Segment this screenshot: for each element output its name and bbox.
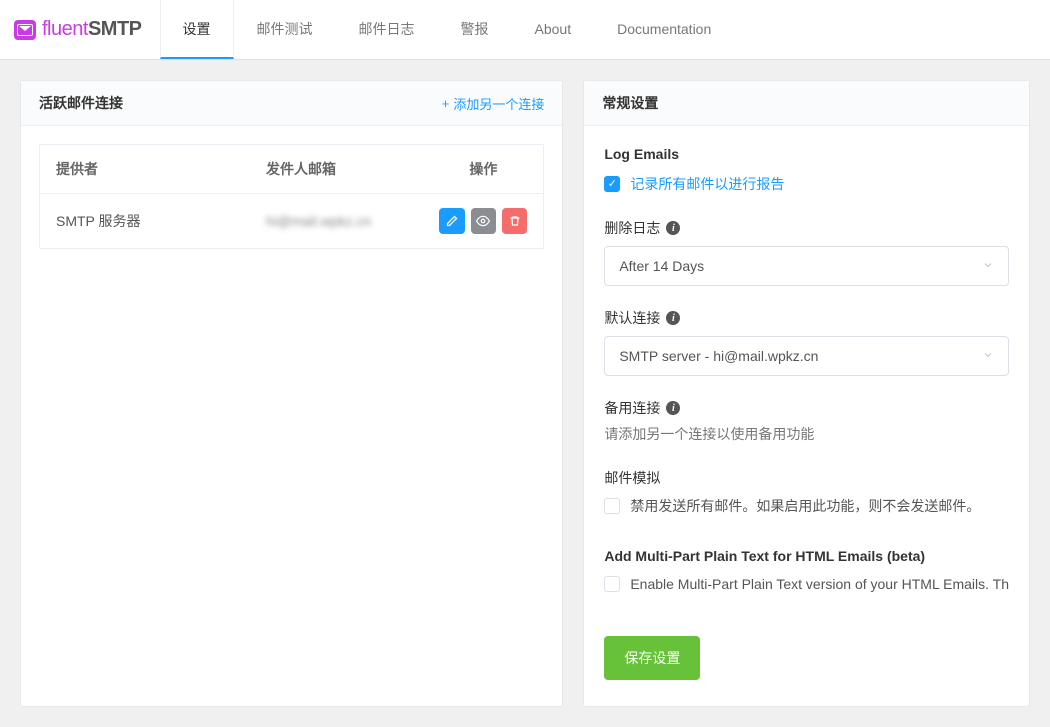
trash-icon [509, 215, 521, 227]
multipart-row: Enable Multi-Part Plain Text version of … [584, 576, 1029, 592]
info-icon[interactable]: i [666, 401, 680, 415]
delete-button[interactable] [502, 208, 527, 234]
log-emails-row: 记录所有邮件以进行报告 [584, 174, 1029, 194]
pencil-icon [446, 215, 458, 227]
connections-panel: 活跃邮件连接 + 添加另一个连接 提供者 发件人邮箱 操作 SMTP 服务器 h… [20, 80, 563, 707]
col-provider: 提供者 [40, 145, 250, 193]
multipart-text: Enable Multi-Part Plain Text version of … [630, 576, 1009, 592]
multipart-title: Add Multi-Part Plain Text for HTML Email… [584, 548, 1029, 564]
info-icon[interactable]: i [666, 311, 680, 325]
delete-log-value: After 14 Days [619, 258, 704, 274]
col-sender: 发件人邮箱 [250, 145, 423, 193]
add-connection-label: 添加另一个连接 [453, 94, 544, 113]
log-emails-checkbox[interactable] [604, 176, 620, 192]
backup-conn-label: 备用连接 i [584, 398, 1029, 418]
settings-header: 常规设置 [584, 81, 1029, 126]
tab-settings[interactable]: 设置 [160, 0, 234, 59]
simulate-text: 禁用发送所有邮件。如果启用此功能，则不会发送邮件。 [630, 496, 980, 516]
connections-header: 活跃邮件连接 + 添加另一个连接 [21, 81, 562, 126]
tab-docs[interactable]: Documentation [594, 0, 734, 59]
tab-alerts[interactable]: 警报 [438, 0, 512, 59]
simulate-label: 邮件模拟 [584, 468, 1029, 488]
cell-actions [423, 194, 543, 248]
table-head: 提供者 发件人邮箱 操作 [40, 145, 543, 194]
cell-provider: SMTP 服务器 [40, 197, 250, 245]
cell-sender: hi@mail.wpkz.cn [250, 199, 423, 243]
settings-title: 常规设置 [602, 93, 658, 113]
default-conn-label: 默认连接 i [584, 308, 1029, 328]
settings-panel: 常规设置 Log Emails 记录所有邮件以进行报告 删除日志 i After… [583, 80, 1030, 707]
backup-conn-hint: 请添加另一个连接以使用备用功能 [584, 424, 1029, 444]
default-conn-value: SMTP server - hi@mail.wpkz.cn [619, 348, 818, 364]
log-emails-label: 记录所有邮件以进行报告 [630, 174, 784, 194]
tab-mail-test[interactable]: 邮件测试 [234, 0, 336, 59]
connections-table: 提供者 发件人邮箱 操作 SMTP 服务器 hi@mail.wpkz.cn [39, 144, 544, 249]
delete-log-select[interactable]: After 14 Days [604, 246, 1009, 286]
main: 活跃邮件连接 + 添加另一个连接 提供者 发件人邮箱 操作 SMTP 服务器 h… [0, 60, 1050, 727]
connections-title: 活跃邮件连接 [39, 93, 123, 113]
tab-about[interactable]: About [512, 0, 595, 59]
chevron-down-icon [982, 258, 994, 274]
simulate-row: 禁用发送所有邮件。如果启用此功能，则不会发送邮件。 [584, 496, 1029, 516]
view-button[interactable] [471, 208, 496, 234]
tab-mail-log[interactable]: 邮件日志 [336, 0, 438, 59]
col-actions: 操作 [423, 145, 543, 193]
log-emails-title: Log Emails [584, 146, 1029, 162]
default-conn-select[interactable]: SMTP server - hi@mail.wpkz.cn [604, 336, 1009, 376]
eye-icon [476, 214, 490, 228]
delete-log-label: 删除日志 i [584, 218, 1029, 238]
info-icon[interactable]: i [666, 221, 680, 235]
simulate-checkbox[interactable] [604, 498, 620, 514]
plus-icon: + [442, 96, 450, 111]
tabs: 设置 邮件测试 邮件日志 警报 About Documentation [160, 0, 1050, 59]
multipart-checkbox[interactable] [604, 576, 620, 592]
table-row: SMTP 服务器 hi@mail.wpkz.cn [40, 194, 543, 248]
settings-body: Log Emails 记录所有邮件以进行报告 删除日志 i After 14 D… [584, 126, 1029, 706]
mail-icon [14, 20, 36, 40]
logo: fluentSMTP [0, 18, 160, 41]
save-button[interactable]: 保存设置 [604, 636, 700, 680]
edit-button[interactable] [439, 208, 464, 234]
chevron-down-icon [982, 348, 994, 364]
add-connection-link[interactable]: + 添加另一个连接 [442, 94, 545, 113]
logo-text: fluentSMTP [42, 18, 142, 41]
topbar: fluentSMTP 设置 邮件测试 邮件日志 警报 About Documen… [0, 0, 1050, 60]
